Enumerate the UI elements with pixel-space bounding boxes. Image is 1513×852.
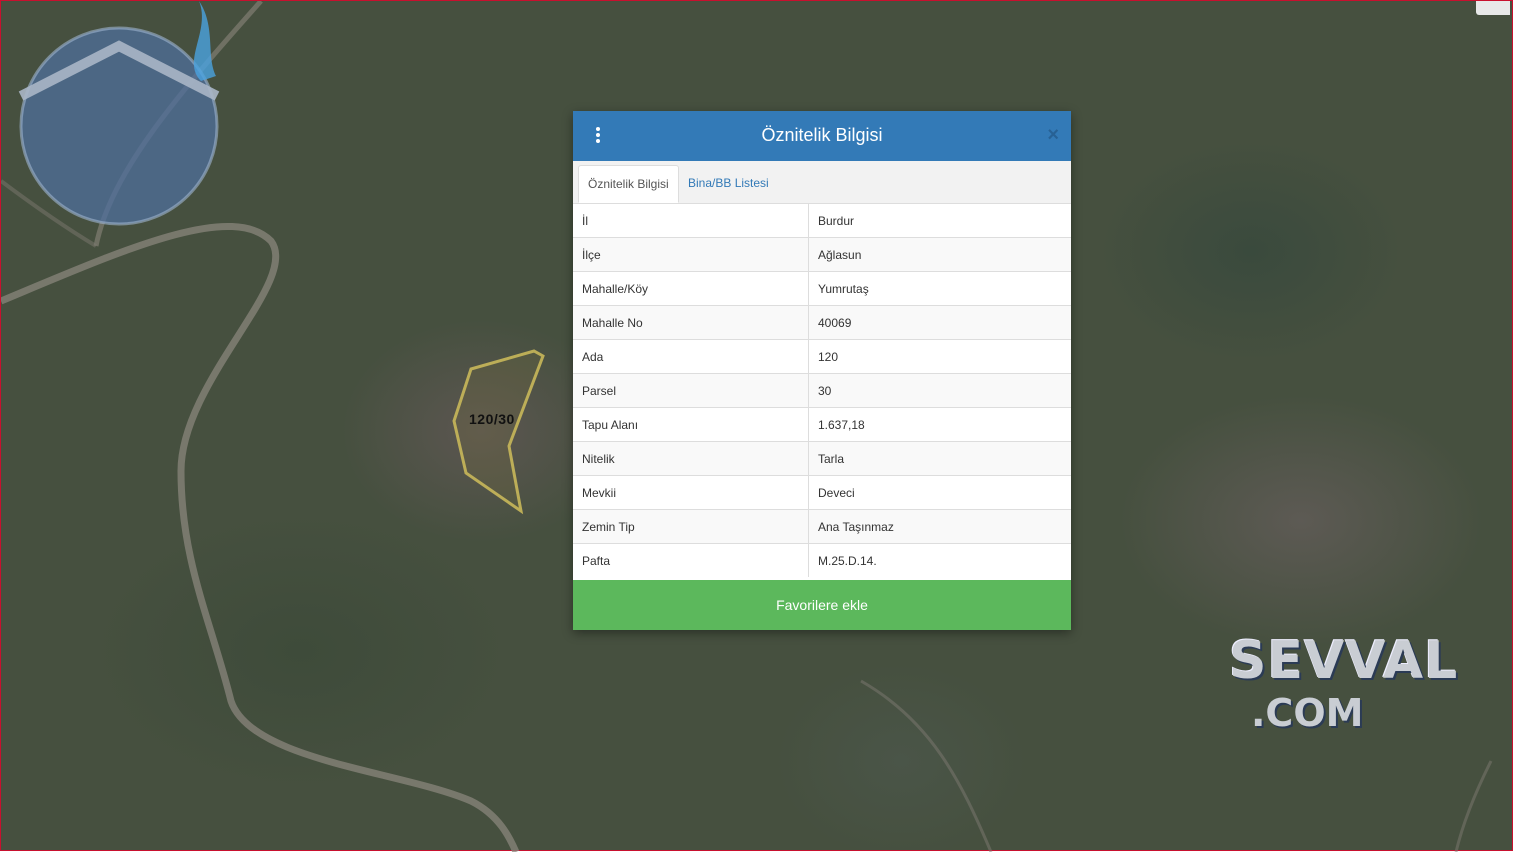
- table-row: Nitelik Tarla: [573, 441, 1071, 476]
- row-value: Tarla: [808, 441, 1071, 476]
- modal-title: Öznitelik Bilgisi: [761, 125, 883, 145]
- row-key: Mahalle/Köy: [573, 271, 809, 306]
- table-row: Mevkii Deveci: [573, 475, 1071, 510]
- row-key: Tapu Alanı: [573, 407, 809, 442]
- row-value: Yumrutaş: [808, 271, 1071, 306]
- row-value: 30: [808, 373, 1071, 408]
- row-key: Pafta: [573, 543, 809, 577]
- dirt-road: [1, 223, 520, 852]
- map-corner-control[interactable]: [1476, 1, 1510, 15]
- row-value: Ana Taşınmaz: [808, 509, 1071, 544]
- table-row: Mahalle No 40069: [573, 305, 1071, 340]
- attribute-table: İl Burdur İlçe Ağlasun Mahalle/Köy Yumru…: [573, 204, 1071, 577]
- row-value: 1.637,18: [808, 407, 1071, 442]
- table-row: Parsel 30: [573, 373, 1071, 408]
- close-icon[interactable]: ×: [1047, 124, 1059, 146]
- table-row: İlçe Ağlasun: [573, 237, 1071, 272]
- row-key: Mevkii: [573, 475, 809, 510]
- row-value: 120: [808, 339, 1071, 374]
- parcel-label: 120/30: [469, 411, 515, 427]
- row-key: Parsel: [573, 373, 809, 408]
- watermark-text-bottom: .COM: [1251, 691, 1364, 735]
- table-row: Tapu Alanı 1.637,18: [573, 407, 1071, 442]
- table-row: Mahalle/Köy Yumrutaş: [573, 271, 1071, 306]
- row-value: M.25.D.14.: [808, 543, 1071, 577]
- modal-header: Öznitelik Bilgisi ×: [573, 111, 1071, 161]
- tab-building-list[interactable]: Bina/BB Listesi: [679, 165, 778, 202]
- watermark-text-top: SEVVAL: [1229, 631, 1459, 691]
- parcel-polygon[interactable]: [452, 349, 545, 515]
- row-key: İlçe: [573, 237, 809, 272]
- row-key: Ada: [573, 339, 809, 374]
- row-key: Mahalle No: [573, 305, 809, 340]
- watermark-logo: [18, 1, 220, 226]
- modal-tabs: Öznitelik Bilgisi Bina/BB Listesi: [573, 161, 1071, 204]
- row-key: Nitelik: [573, 441, 809, 476]
- row-value: Ağlasun: [808, 237, 1071, 272]
- tab-attribute-info[interactable]: Öznitelik Bilgisi: [578, 165, 679, 203]
- add-to-favorites-button[interactable]: Favorilere ekle: [573, 580, 1071, 630]
- table-row: Ada 120: [573, 339, 1071, 374]
- row-value: 40069: [808, 305, 1071, 340]
- row-value: Deveci: [808, 475, 1071, 510]
- row-key: Zemin Tip: [573, 509, 809, 544]
- table-row: İl Burdur: [573, 204, 1071, 238]
- row-key: İl: [573, 204, 809, 238]
- attribute-info-modal: Öznitelik Bilgisi × Öznitelik Bilgisi Bi…: [573, 111, 1071, 630]
- table-row: Zemin Tip Ana Taşınmaz: [573, 509, 1071, 544]
- table-row: Pafta M.25.D.14.: [573, 543, 1071, 577]
- row-value: Burdur: [818, 213, 855, 228]
